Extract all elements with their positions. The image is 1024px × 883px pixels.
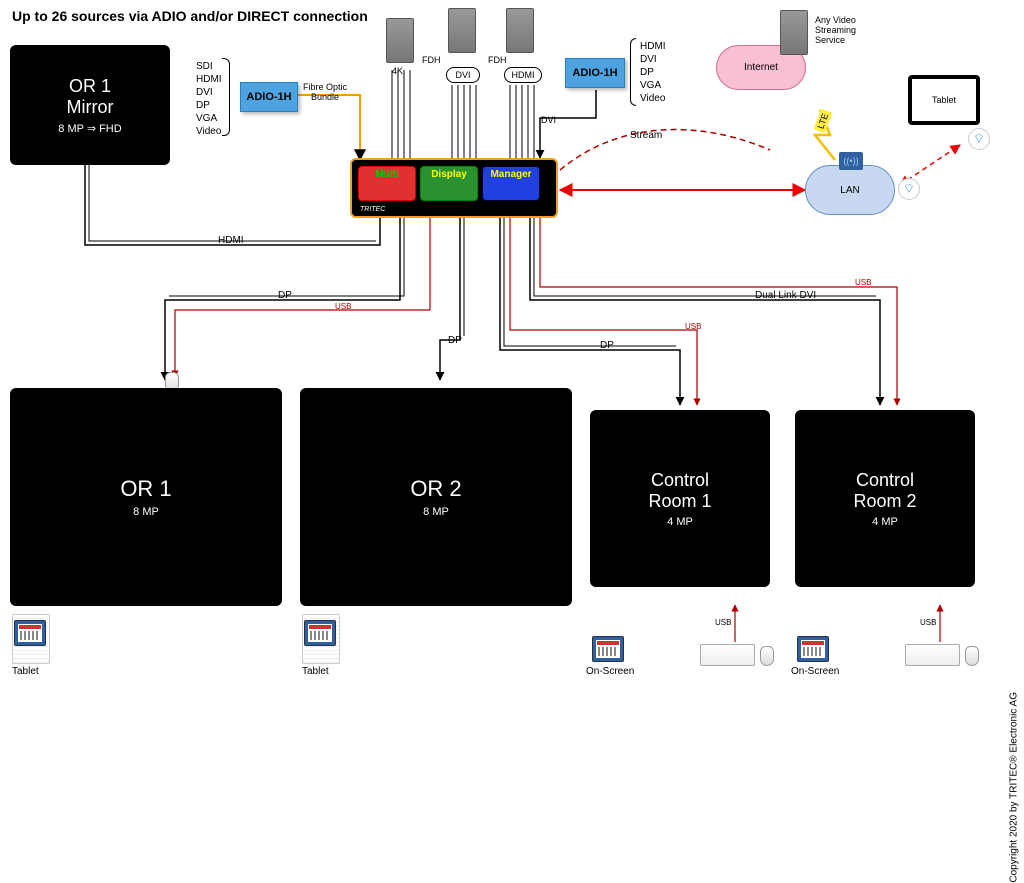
mdm-unit: Multi Display Manager TRITEC	[350, 158, 558, 218]
keyboard-cr2	[905, 644, 960, 666]
mdm-multi: Multi	[358, 166, 416, 201]
label-dp1: DP	[278, 290, 292, 301]
dvi-oval-1: DVI	[446, 67, 480, 83]
server-4k	[386, 18, 414, 63]
label-dp2: DP	[448, 335, 462, 346]
label-usb-kb1: USB	[715, 618, 731, 627]
tablet-remote: Tablet	[908, 75, 980, 125]
below-cr2-label: On-Screen	[791, 666, 839, 677]
server-fdh1	[448, 8, 476, 53]
dvi-down-label: DVI	[541, 115, 556, 125]
server-fdh1-label: FDH	[422, 55, 441, 65]
mdm-display: Display	[420, 166, 478, 201]
label-usb3: USB	[855, 278, 871, 287]
diagram-title: Up to 26 sources via ADIO and/or DIRECT …	[12, 8, 368, 24]
label-dualdvi: Dual Link DVI	[755, 290, 816, 301]
cr2-title: Control Room 2	[853, 470, 916, 512]
below-or2-label: Tablet	[302, 666, 329, 677]
label-usb-kb2: USB	[920, 618, 936, 627]
tablet-ctrl-or1-screen	[14, 620, 46, 646]
mouse-cr2	[965, 646, 979, 666]
server-4k-label: 4K	[392, 66, 403, 76]
server-fdh2-label: FDH	[488, 55, 507, 65]
or1-sub: 8 MP	[133, 506, 159, 518]
cloud-lan: ((•)) LAN	[805, 165, 895, 215]
tablet-ctrl-or2-screen	[304, 620, 336, 646]
or1-mirror-sub: 8 MP ⇒ FHD	[58, 122, 121, 135]
cr1-sub: 4 MP	[667, 516, 693, 528]
keyboard-cr1	[700, 644, 755, 666]
bracket-right	[630, 38, 636, 106]
onscreen-cr2	[797, 636, 829, 662]
label-hdmi: HDMI	[218, 235, 244, 246]
wifi-ap-icon: ((•))	[839, 152, 863, 170]
bracket-left	[222, 58, 230, 136]
or2-title: OR 2	[410, 476, 461, 502]
screen-or1-mirror: OR 1 Mirror 8 MP ⇒ FHD	[10, 45, 170, 165]
screen-cr1: Control Room 1 4 MP	[590, 410, 770, 587]
cr2-sub: 4 MP	[872, 516, 898, 528]
wifi-icon-tablet: ⌔	[968, 128, 990, 150]
or1-title: OR 1	[120, 476, 171, 502]
signal-list-right: HDMI DVI DP VGA Video	[640, 40, 666, 105]
screen-cr2: Control Room 2 4 MP	[795, 410, 975, 587]
screen-or1: OR 1 8 MP	[10, 388, 282, 606]
mdm-logo: TRITEC	[360, 206, 385, 213]
below-cr1-label: On-Screen	[586, 666, 634, 677]
adio-box-left: ADIO-1H	[240, 82, 298, 112]
signal-list-left: SDI HDMI DVI DP VGA Video	[196, 60, 222, 138]
label-dp3: DP	[600, 340, 614, 351]
fibre-label: Fibre Optic Bundle	[303, 82, 347, 102]
adio-box-right: ADIO-1H	[565, 58, 625, 88]
mouse-cr1	[760, 646, 774, 666]
or2-sub: 8 MP	[423, 506, 449, 518]
lte-badge: LTE	[814, 109, 833, 134]
or1-mirror-title: OR 1 Mirror	[67, 76, 114, 118]
server-stream	[780, 10, 808, 55]
onscreen-cr1	[592, 636, 624, 662]
wifi-icon-lan: ⌔	[898, 178, 920, 200]
stream-label: Stream	[630, 130, 662, 141]
label-usb2: USB	[685, 322, 701, 331]
hdmi-oval-2: HDMI	[504, 67, 542, 83]
copyright-text: Copyright 2020 by TRITEC® Electronic AG	[1009, 692, 1020, 883]
server-fdh2	[506, 8, 534, 53]
mdm-manager: Manager	[482, 166, 540, 201]
cr1-title: Control Room 1	[648, 470, 711, 512]
stream-service-label: Any Video Streaming Service	[815, 15, 856, 45]
screen-or2: OR 2 8 MP	[300, 388, 572, 606]
below-or1-label: Tablet	[12, 666, 39, 677]
label-usb1: USB	[335, 302, 351, 311]
